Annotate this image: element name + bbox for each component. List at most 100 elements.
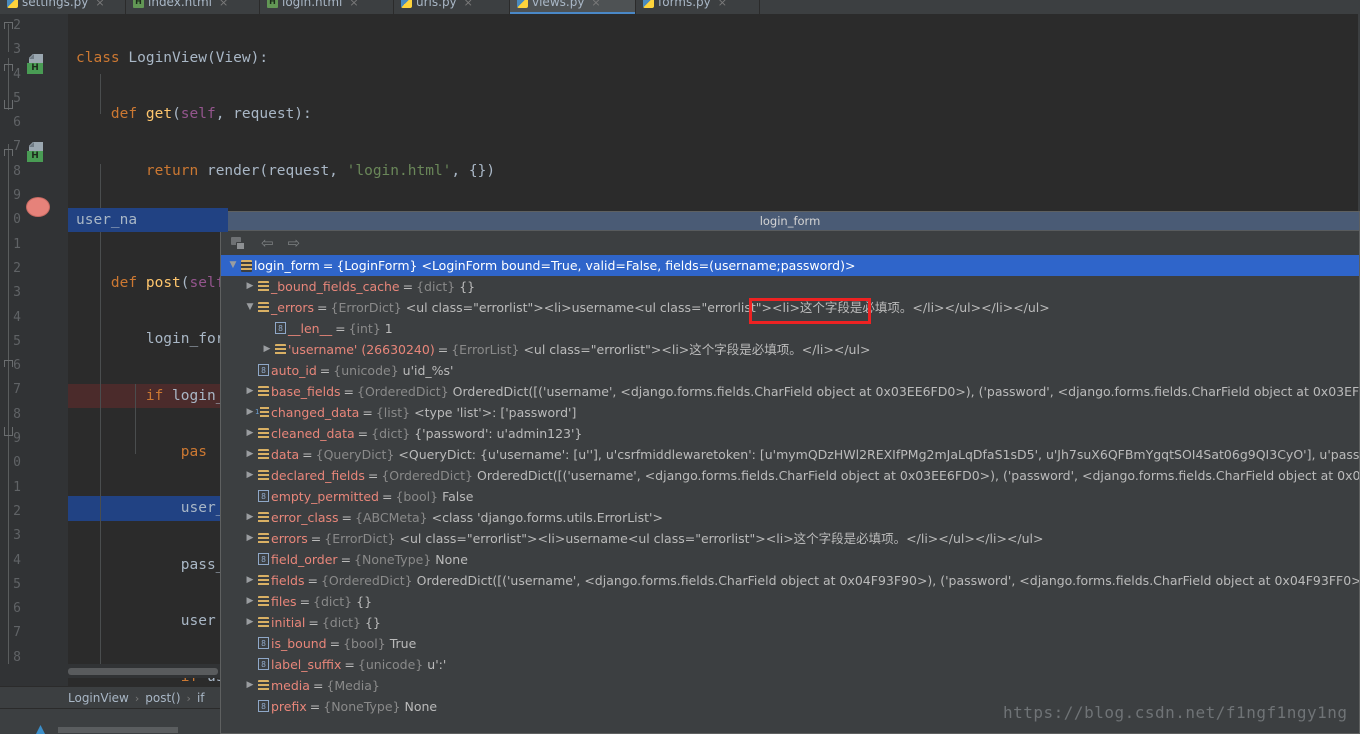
forward-arrow-icon[interactable]: ⇨	[288, 235, 301, 251]
fold-marker-post[interactable]	[4, 149, 13, 156]
html-template-gutter-icon[interactable]: H	[26, 54, 48, 76]
editor-tab-bar: settings.py × Hindex.html × Hlogin.html × urls…	[0, 0, 1360, 14]
python-file-icon	[517, 0, 528, 8]
variable-name: base_fields	[271, 384, 341, 399]
expand-collapse-icon-open[interactable]: ▼	[227, 255, 239, 276]
editor-tab-index-html[interactable]: Hindex.html ×	[126, 0, 260, 14]
copy-value-icon[interactable]	[231, 235, 247, 251]
variable-value: u':'	[427, 657, 447, 672]
variable-tree-row[interactable]: ▶ _bound_fields_cache = {dict}{}	[221, 276, 1359, 297]
variable-name: is_bound	[271, 636, 327, 651]
indent-guide	[100, 164, 101, 674]
variable-tree-row[interactable]: label_suffix={unicode}u':'	[221, 654, 1359, 675]
variable-tree[interactable]: ▼ login_form = {LoginForm} <LoginForm bound=…	[221, 255, 1359, 733]
popup-toolbar[interactable]: ⇦ ⇨	[221, 231, 1359, 256]
variable-tree-row[interactable]: __len__={int}1	[221, 318, 1359, 339]
line-number: 6	[13, 115, 21, 131]
variable-equals: =	[317, 300, 328, 315]
variable-value: OrderedDict([('username', <django.forms.…	[477, 468, 1359, 483]
variable-tree-row[interactable]: ▶ 'username' (26630240) = {ErrorList} <ul cl…	[221, 339, 1359, 360]
code-line: class LoginView(View):	[76, 50, 269, 66]
breakpoint-column[interactable]	[24, 14, 52, 686]
primitive-icon	[256, 363, 271, 378]
expand-collapse-icon-closed[interactable]: ▶	[244, 465, 256, 486]
expand-collapse-icon-closed[interactable]: ▶	[244, 444, 256, 465]
pycharm-window: settings.py × Hindex.html × Hlogin.html × urls…	[0, 0, 1360, 734]
expand-collapse-icon-closed[interactable]: ▶	[244, 612, 256, 633]
variable-tree-row[interactable]: ▶ base_fields = {OrderedDict} OrderedDict([(…	[221, 381, 1359, 402]
back-arrow-icon[interactable]: ⇦	[261, 235, 274, 251]
variable-tree-row[interactable]: ▼ _errors = {ErrorDict} <ul class="errorlist…	[221, 297, 1359, 318]
object-icon	[256, 574, 271, 588]
expand-collapse-icon-closed[interactable]: ▶	[244, 591, 256, 612]
editor-tab-urls-py[interactable]: urls.py ×	[394, 0, 510, 14]
variable-tree-row[interactable]: ▶ fields = {OrderedDict} OrderedDict([('user…	[221, 570, 1359, 591]
bottom-tool-strip[interactable]	[0, 708, 220, 734]
fold-marker-if-end[interactable]	[4, 427, 13, 436]
tab-close-icon[interactable]: ×	[349, 0, 358, 9]
expand-collapse-icon-closed[interactable]: ▶	[244, 423, 256, 444]
variable-tree-row[interactable]: ▶ errors = {ErrorDict} <ul class="errorlist"…	[221, 528, 1359, 549]
fold-guide-line	[8, 144, 9, 674]
expand-collapse-icon-closed[interactable]: ▶	[261, 339, 273, 360]
fold-marker-if[interactable]	[4, 360, 13, 367]
variable-equals: =	[341, 510, 353, 525]
expand-collapse-icon-closed[interactable]: ▶	[244, 675, 256, 696]
fold-marker-class[interactable]	[4, 22, 13, 29]
tab-close-icon[interactable]: ×	[464, 0, 473, 9]
tab-close-icon[interactable]: ×	[219, 0, 228, 9]
debug-value-popup[interactable]: login_form ⇦ ⇨ ▼ login_form = {LoginForm} <L…	[220, 211, 1360, 734]
variable-equals: =	[310, 531, 322, 546]
breadcrumb-item[interactable]: if	[197, 691, 205, 705]
object-icon	[256, 679, 271, 693]
breadcrumb-item[interactable]: LoginView	[68, 691, 129, 705]
object-icon	[256, 511, 271, 525]
variable-tree-row[interactable]: ▼ login_form = {LoginForm} <LoginForm bound=…	[221, 255, 1359, 276]
expand-collapse-icon-closed[interactable]: ▶	[244, 381, 256, 402]
code-folding-column[interactable]	[52, 14, 68, 686]
variable-name: field_order	[271, 552, 338, 567]
html-file-icon: H	[267, 0, 278, 8]
variable-tree-row[interactable]: ▶ media = {Media}	[221, 675, 1359, 696]
python-file-icon	[401, 0, 412, 8]
variable-value: <ul class="errorlist"><li>username<ul cl…	[399, 531, 1044, 546]
html-template-gutter-icon[interactable]: H	[26, 142, 48, 164]
variable-tree-row[interactable]: ▶ declared_fields = {OrderedDict} OrderedDic…	[221, 465, 1359, 486]
fold-marker-get[interactable]	[4, 64, 13, 71]
variable-tree-row[interactable]: field_order={NoneType}None	[221, 549, 1359, 570]
editor-tab-settings-py[interactable]: settings.py ×	[0, 0, 126, 14]
tab-close-icon[interactable]: ×	[718, 0, 727, 9]
variable-tree-row[interactable]: ▶ error_class = {ABCMeta} <class 'django.for…	[221, 507, 1359, 528]
variable-tree-row[interactable]: empty_permitted={bool}False	[221, 486, 1359, 507]
variable-tree-row[interactable]: auto_id={unicode}u'id_%s'	[221, 360, 1359, 381]
variable-tree-row[interactable]: ▶ initial = {dict}{}	[221, 612, 1359, 633]
popup-title: login_form	[221, 212, 1359, 231]
line-number: 5	[13, 576, 21, 592]
variable-name: auto_id	[271, 363, 317, 378]
editor-tab-views-py[interactable]: views.py ×	[510, 0, 636, 14]
variable-tree-row[interactable]: ▶ cleaned_data = {dict} {'password': u'admin…	[221, 423, 1359, 444]
expand-collapse-icon-closed[interactable]: ▶	[244, 570, 256, 591]
fold-marker-get-end[interactable]	[4, 100, 13, 109]
line-number: 0	[13, 455, 21, 471]
variable-tree-row[interactable]: ▶changed_data={list}<type 'list'>: ['pas…	[221, 402, 1359, 423]
python-file-icon	[643, 0, 654, 8]
variable-tree-row[interactable]: ▶ data = {QueryDict} <QueryDict: {u'username…	[221, 444, 1359, 465]
editor-tab-forms-py[interactable]: forms.py ×	[636, 0, 760, 14]
variable-tree-row[interactable]: ▶ files = {dict}{}	[221, 591, 1359, 612]
expand-collapse-icon-closed[interactable]: ▶	[244, 507, 256, 528]
editor-hscrollbar-thumb[interactable]	[68, 668, 218, 675]
watermark-url: https://blog.csdn.net/f1ngf1ngy1ng	[1003, 703, 1348, 722]
editor-tab-login-html[interactable]: Hlogin.html ×	[260, 0, 394, 14]
breakpoint-icon[interactable]	[26, 197, 50, 217]
breadcrumb-item[interactable]: post()	[145, 691, 180, 705]
indent-guide	[135, 384, 136, 454]
expand-collapse-icon-closed[interactable]: ▶	[244, 528, 256, 549]
expand-collapse-icon-open[interactable]: ▼	[244, 297, 256, 318]
variable-tree-row[interactable]: is_bound={bool}True	[221, 633, 1359, 654]
tab-close-icon[interactable]: ×	[95, 0, 104, 9]
tab-close-icon[interactable]: ×	[591, 0, 600, 9]
expand-collapse-icon-closed[interactable]: ▶	[244, 276, 256, 297]
variable-name: login_form	[254, 258, 320, 273]
line-number: 9	[13, 188, 21, 204]
